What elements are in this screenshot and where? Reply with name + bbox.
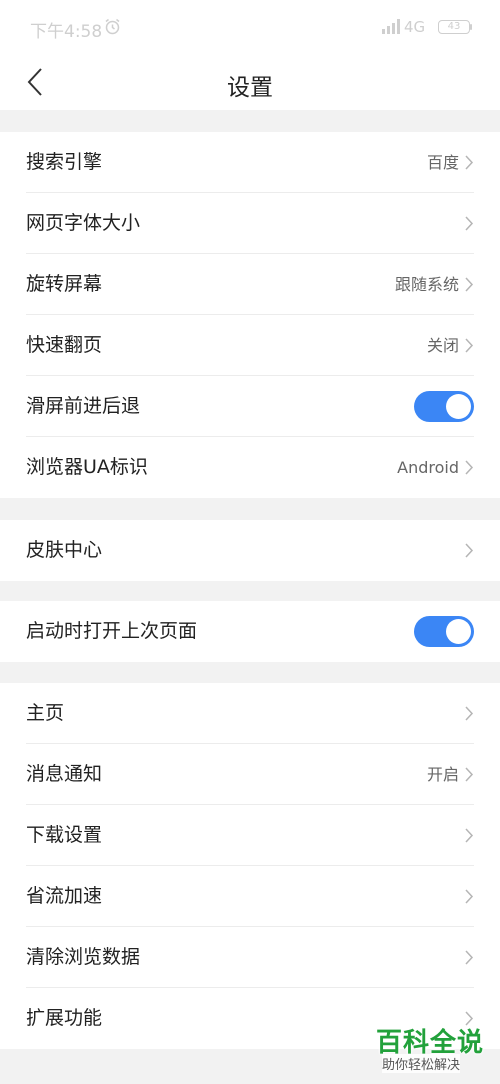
settings-row-label: 省流加速 <box>26 885 103 907</box>
settings-row-label: 清除浏览数据 <box>26 946 141 968</box>
watermark-subtitle: 助你轻松解决 <box>382 1054 461 1073</box>
settings-row[interactable]: 快速翻页 关闭 <box>0 315 500 376</box>
settings-row-value: Android <box>397 458 459 477</box>
settings-group-browsing: 搜索引擎 百度网页字体大小 旋转屏幕 跟随系统快速翻页 关闭滑屏前进后退 浏览器UA标识 A… <box>0 132 500 498</box>
settings-group-general: 主页消息通知 开启下载设置省流加速清除浏览数据 扩展功能 <box>0 683 500 1049</box>
settings-row-label: 皮肤中心 <box>26 539 103 561</box>
chevron-right-icon <box>465 767 474 782</box>
chevron-right-icon <box>465 155 474 170</box>
settings-row[interactable]: 省流加速 <box>0 866 500 927</box>
settings-row-label: 扩展功能 <box>26 1007 103 1029</box>
toggle-knob <box>446 619 471 644</box>
settings-row-label: 消息通知 <box>26 763 103 785</box>
settings-row[interactable]: 下载设置 <box>0 805 500 866</box>
settings-row[interactable]: 消息通知 开启 <box>0 744 500 805</box>
watermark-logo: 百科全说 助你轻松解决 <box>370 1020 486 1074</box>
network-type: 4G <box>404 18 426 36</box>
toggle-switch[interactable] <box>414 391 474 422</box>
settings-row[interactable]: 主页 <box>0 683 500 744</box>
chevron-right-icon <box>465 706 474 721</box>
settings-row[interactable]: 旋转屏幕 跟随系统 <box>0 254 500 315</box>
settings-row-label: 搜索引擎 <box>26 151 103 173</box>
settings-row[interactable]: 浏览器UA标识 Android <box>0 437 500 498</box>
title-bar: 设置 <box>0 56 500 110</box>
battery-cap <box>470 24 472 30</box>
settings-row-label: 滑屏前进后退 <box>26 395 141 417</box>
toggle-switch[interactable] <box>414 616 474 647</box>
settings-row-label: 网页字体大小 <box>26 212 141 234</box>
settings-row[interactable]: 滑屏前进后退 <box>0 376 500 437</box>
status-time: 下午4:58 <box>30 22 103 42</box>
chevron-right-icon <box>465 277 474 292</box>
settings-row[interactable]: 网页字体大小 <box>0 193 500 254</box>
battery-level: 43 <box>447 21 461 32</box>
settings-row-value: 关闭 <box>426 336 459 355</box>
alarm-clock-icon <box>105 18 120 35</box>
settings-row[interactable]: 清除浏览数据 <box>0 927 500 988</box>
status-bar: 下午4:58 4G 43 <box>0 0 500 56</box>
settings-row[interactable]: 皮肤中心 <box>0 520 500 581</box>
cell-signal-icon <box>382 19 400 34</box>
chevron-right-icon <box>465 889 474 904</box>
settings-group-skin: 皮肤中心 <box>0 520 500 581</box>
toggle-knob <box>446 394 471 419</box>
settings-row-value: 百度 <box>426 153 459 172</box>
settings-row-label: 浏览器UA标识 <box>26 456 148 478</box>
settings-row-label: 启动时打开上次页面 <box>26 620 198 642</box>
chevron-right-icon <box>465 543 474 558</box>
chevron-right-icon <box>465 216 474 231</box>
settings-row-value: 跟随系统 <box>394 275 459 294</box>
chevron-right-icon <box>465 828 474 843</box>
settings-row-value: 开启 <box>426 765 459 784</box>
chevron-right-icon <box>465 338 474 353</box>
settings-group-startup: 启动时打开上次页面 <box>0 601 500 662</box>
settings-row-label: 快速翻页 <box>26 334 103 356</box>
chevron-right-icon <box>465 950 474 965</box>
settings-row[interactable]: 启动时打开上次页面 <box>0 601 500 662</box>
page-title: 设置 <box>227 75 273 101</box>
settings-row-label: 下载设置 <box>26 824 103 846</box>
settings-row[interactable]: 搜索引擎 百度 <box>0 132 500 193</box>
settings-row-label: 旋转屏幕 <box>26 273 103 295</box>
battery-icon: 43 <box>438 20 470 34</box>
chevron-right-icon <box>465 460 474 475</box>
settings-row-label: 主页 <box>26 702 65 724</box>
